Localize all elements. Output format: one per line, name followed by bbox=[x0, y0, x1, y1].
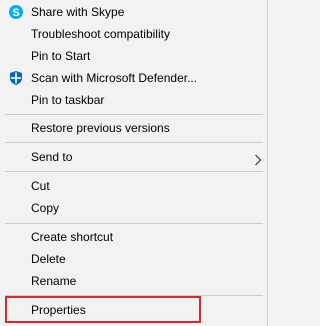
chevron-right-icon bbox=[254, 151, 262, 166]
menu-item-label: Restore previous versions bbox=[31, 121, 170, 135]
svg-text:S: S bbox=[12, 7, 19, 19]
menu-item-label: Rename bbox=[31, 274, 77, 288]
menu-item-cut[interactable]: Cut bbox=[0, 175, 267, 197]
menu-item-scan-with-defender[interactable]: Scan with Microsoft Defender... bbox=[0, 67, 267, 89]
menu-item-label: Properties bbox=[31, 303, 86, 317]
menu-item-label: Copy bbox=[31, 201, 60, 215]
defender-shield-icon bbox=[8, 70, 24, 86]
menu-item-copy[interactable]: Copy bbox=[0, 197, 267, 219]
menu-item-pin-to-start[interactable]: Pin to Start bbox=[0, 45, 267, 67]
menu-item-label: Troubleshoot compatibility bbox=[31, 27, 170, 41]
menu-item-label: Pin to taskbar bbox=[31, 93, 105, 107]
menu-item-send-to[interactable]: Send to bbox=[0, 146, 267, 168]
menu-item-label: Delete bbox=[31, 252, 66, 266]
menu-separator bbox=[5, 114, 263, 115]
menu-separator bbox=[5, 142, 263, 143]
menu-item-label: Send to bbox=[31, 150, 73, 164]
menu-separator bbox=[5, 223, 263, 224]
menu-item-troubleshoot-compatibility[interactable]: Troubleshoot compatibility bbox=[0, 23, 267, 45]
menu-item-label: Scan with Microsoft Defender... bbox=[31, 71, 198, 85]
menu-item-create-shortcut[interactable]: Create shortcut bbox=[0, 226, 267, 248]
menu-item-rename[interactable]: Rename bbox=[0, 270, 267, 292]
skype-icon: S bbox=[8, 4, 24, 20]
menu-item-pin-to-taskbar[interactable]: Pin to taskbar bbox=[0, 89, 267, 111]
menu-item-share-with-skype[interactable]: S Share with Skype bbox=[0, 1, 267, 23]
menu-item-restore-previous-versions[interactable]: Restore previous versions bbox=[0, 117, 267, 139]
menu-item-label: Cut bbox=[31, 179, 50, 193]
menu-item-label: Share with Skype bbox=[31, 5, 125, 19]
menu-item-label: Create shortcut bbox=[31, 230, 114, 244]
menu-separator bbox=[5, 295, 263, 296]
menu-item-delete[interactable]: Delete bbox=[0, 248, 267, 270]
menu-separator bbox=[5, 171, 263, 172]
menu-item-label: Pin to Start bbox=[31, 49, 91, 63]
menu-item-properties[interactable]: Properties bbox=[0, 299, 267, 321]
context-menu: S Share with Skype Troubleshoot compatib… bbox=[0, 0, 268, 326]
